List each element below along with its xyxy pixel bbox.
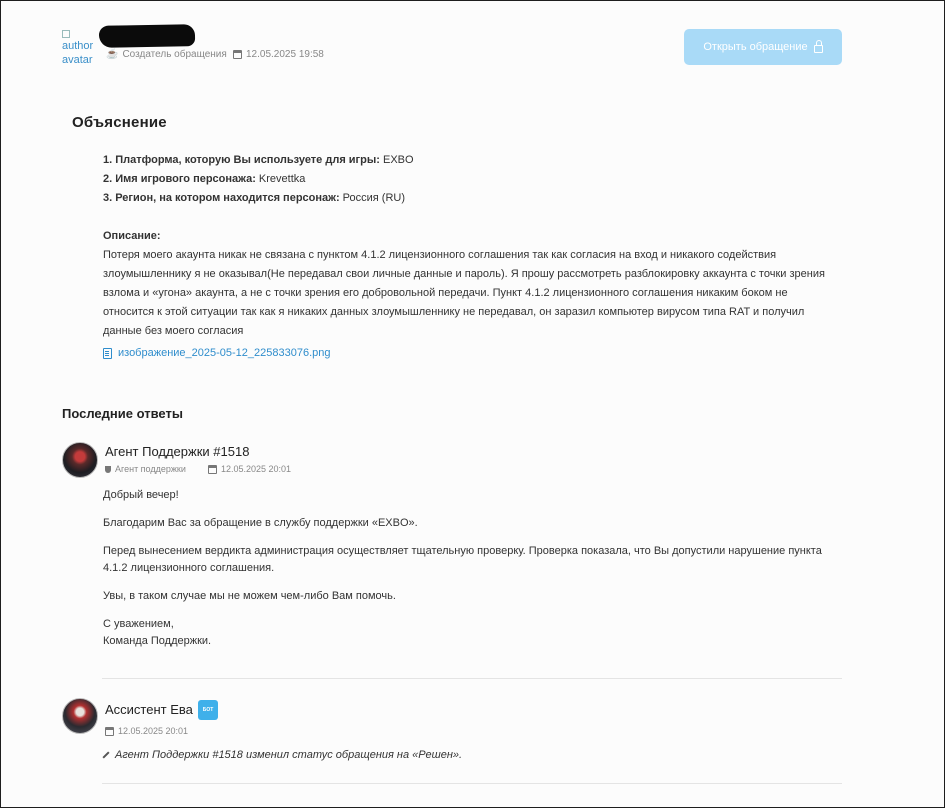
reply-divider bbox=[102, 783, 842, 784]
agent-date-row: 12.05.2025 20:01 bbox=[208, 464, 291, 474]
agent-role: Агент поддержки bbox=[115, 464, 186, 474]
assistant-avatar bbox=[62, 698, 98, 734]
reply-paragraph: Благодарим Вас за обращение в службу под… bbox=[103, 517, 418, 529]
unlock-icon bbox=[813, 40, 823, 53]
coffee-icon: ☕ bbox=[106, 49, 119, 60]
calendar-icon bbox=[233, 50, 242, 59]
platform-label: 1. Платформа, которую Вы используете для… bbox=[103, 154, 380, 166]
agent-role-row: Агент поддержки bbox=[105, 464, 186, 474]
bot-badge: БОТ bbox=[198, 700, 218, 720]
agent-name: Агент Поддержки #1518 bbox=[105, 444, 250, 459]
replies-title: Последние ответы bbox=[62, 406, 183, 421]
region-field: 3. Регион, на котором находится персонаж… bbox=[103, 192, 405, 204]
assistant-reply-date: 12.05.2025 20:01 bbox=[118, 726, 189, 736]
agent-reply-date: 12.05.2025 20:01 bbox=[221, 464, 292, 474]
description-line: злоумышленнику я не оказывал(Не передава… bbox=[103, 268, 825, 280]
platform-value: EXBO bbox=[379, 154, 414, 166]
reply-paragraph: 4.1.2 лицензионного соглашения. bbox=[103, 562, 275, 574]
created-date: 12.05.2025 19:58 bbox=[246, 49, 324, 60]
agent-avatar bbox=[62, 442, 98, 478]
calendar-icon bbox=[208, 464, 217, 474]
agent-reply-body: Добрый вечер! Благодарим Вас за обращени… bbox=[103, 487, 843, 661]
character-value: Krevettka bbox=[255, 173, 306, 185]
open-ticket-button[interactable]: Открыть обращение bbox=[684, 29, 842, 65]
status-change-text: Агент Поддержки #1518 изменил статус обр… bbox=[115, 749, 463, 761]
broken-image-icon bbox=[62, 30, 70, 38]
reply-paragraph: С уважением, bbox=[103, 618, 174, 630]
shield-icon bbox=[105, 465, 111, 473]
open-ticket-label: Открыть обращение bbox=[703, 41, 808, 53]
region-label: 3. Регион, на котором находится персонаж… bbox=[103, 192, 340, 204]
description-line: Потеря моего акаунта никак не связана с … bbox=[103, 249, 777, 261]
attachment-link[interactable]: изображение_2025-05-12_225833076.png bbox=[103, 347, 331, 359]
reply-paragraph: Увы, в таком случае мы не можем чем-либо… bbox=[103, 590, 396, 602]
avatar-alt-text: author avatar bbox=[62, 40, 94, 66]
explanation-title: Объяснение bbox=[72, 114, 167, 131]
description-line: данные без моего согласия bbox=[103, 325, 244, 337]
author-avatar: author avatar bbox=[62, 30, 98, 74]
author-role-row: ☕ Создатель обращения bbox=[106, 49, 227, 60]
redacted-username bbox=[98, 24, 196, 48]
reply-paragraph: Команда Поддержки. bbox=[103, 635, 212, 647]
assistant-date-row: 12.05.2025 20:01 bbox=[105, 726, 188, 736]
reply-paragraph: Перед вынесением вердикта администрация … bbox=[103, 545, 822, 557]
file-icon bbox=[103, 347, 112, 359]
reply-divider bbox=[102, 678, 842, 679]
region-value: Россия (RU) bbox=[339, 192, 406, 204]
description: Описание: Потеря моего акаунта никак не … bbox=[103, 227, 843, 341]
platform-field: 1. Платформа, которую Вы используете для… bbox=[103, 154, 414, 166]
reply-paragraph: Добрый вечер! bbox=[103, 489, 179, 501]
description-line: взлома и «угона» акаунта, а не с точки з… bbox=[103, 287, 788, 299]
calendar-icon bbox=[105, 726, 114, 736]
author-role: Создатель обращения bbox=[122, 49, 227, 60]
pencil-icon bbox=[102, 751, 110, 759]
description-line: относится к этой ситуации так как я ника… bbox=[103, 306, 805, 318]
character-field: 2. Имя игрового персонажа: Krevettka bbox=[103, 173, 305, 185]
created-date-row: 12.05.2025 19:58 bbox=[233, 49, 324, 60]
attachment-filename: изображение_2025-05-12_225833076.png bbox=[118, 347, 331, 359]
character-label: 2. Имя игрового персонажа: bbox=[103, 173, 256, 185]
status-change-line: Агент Поддержки #1518 изменил статус обр… bbox=[102, 749, 462, 761]
assistant-name: Ассистент Ева bbox=[105, 702, 193, 717]
description-label: Описание: bbox=[103, 230, 161, 242]
